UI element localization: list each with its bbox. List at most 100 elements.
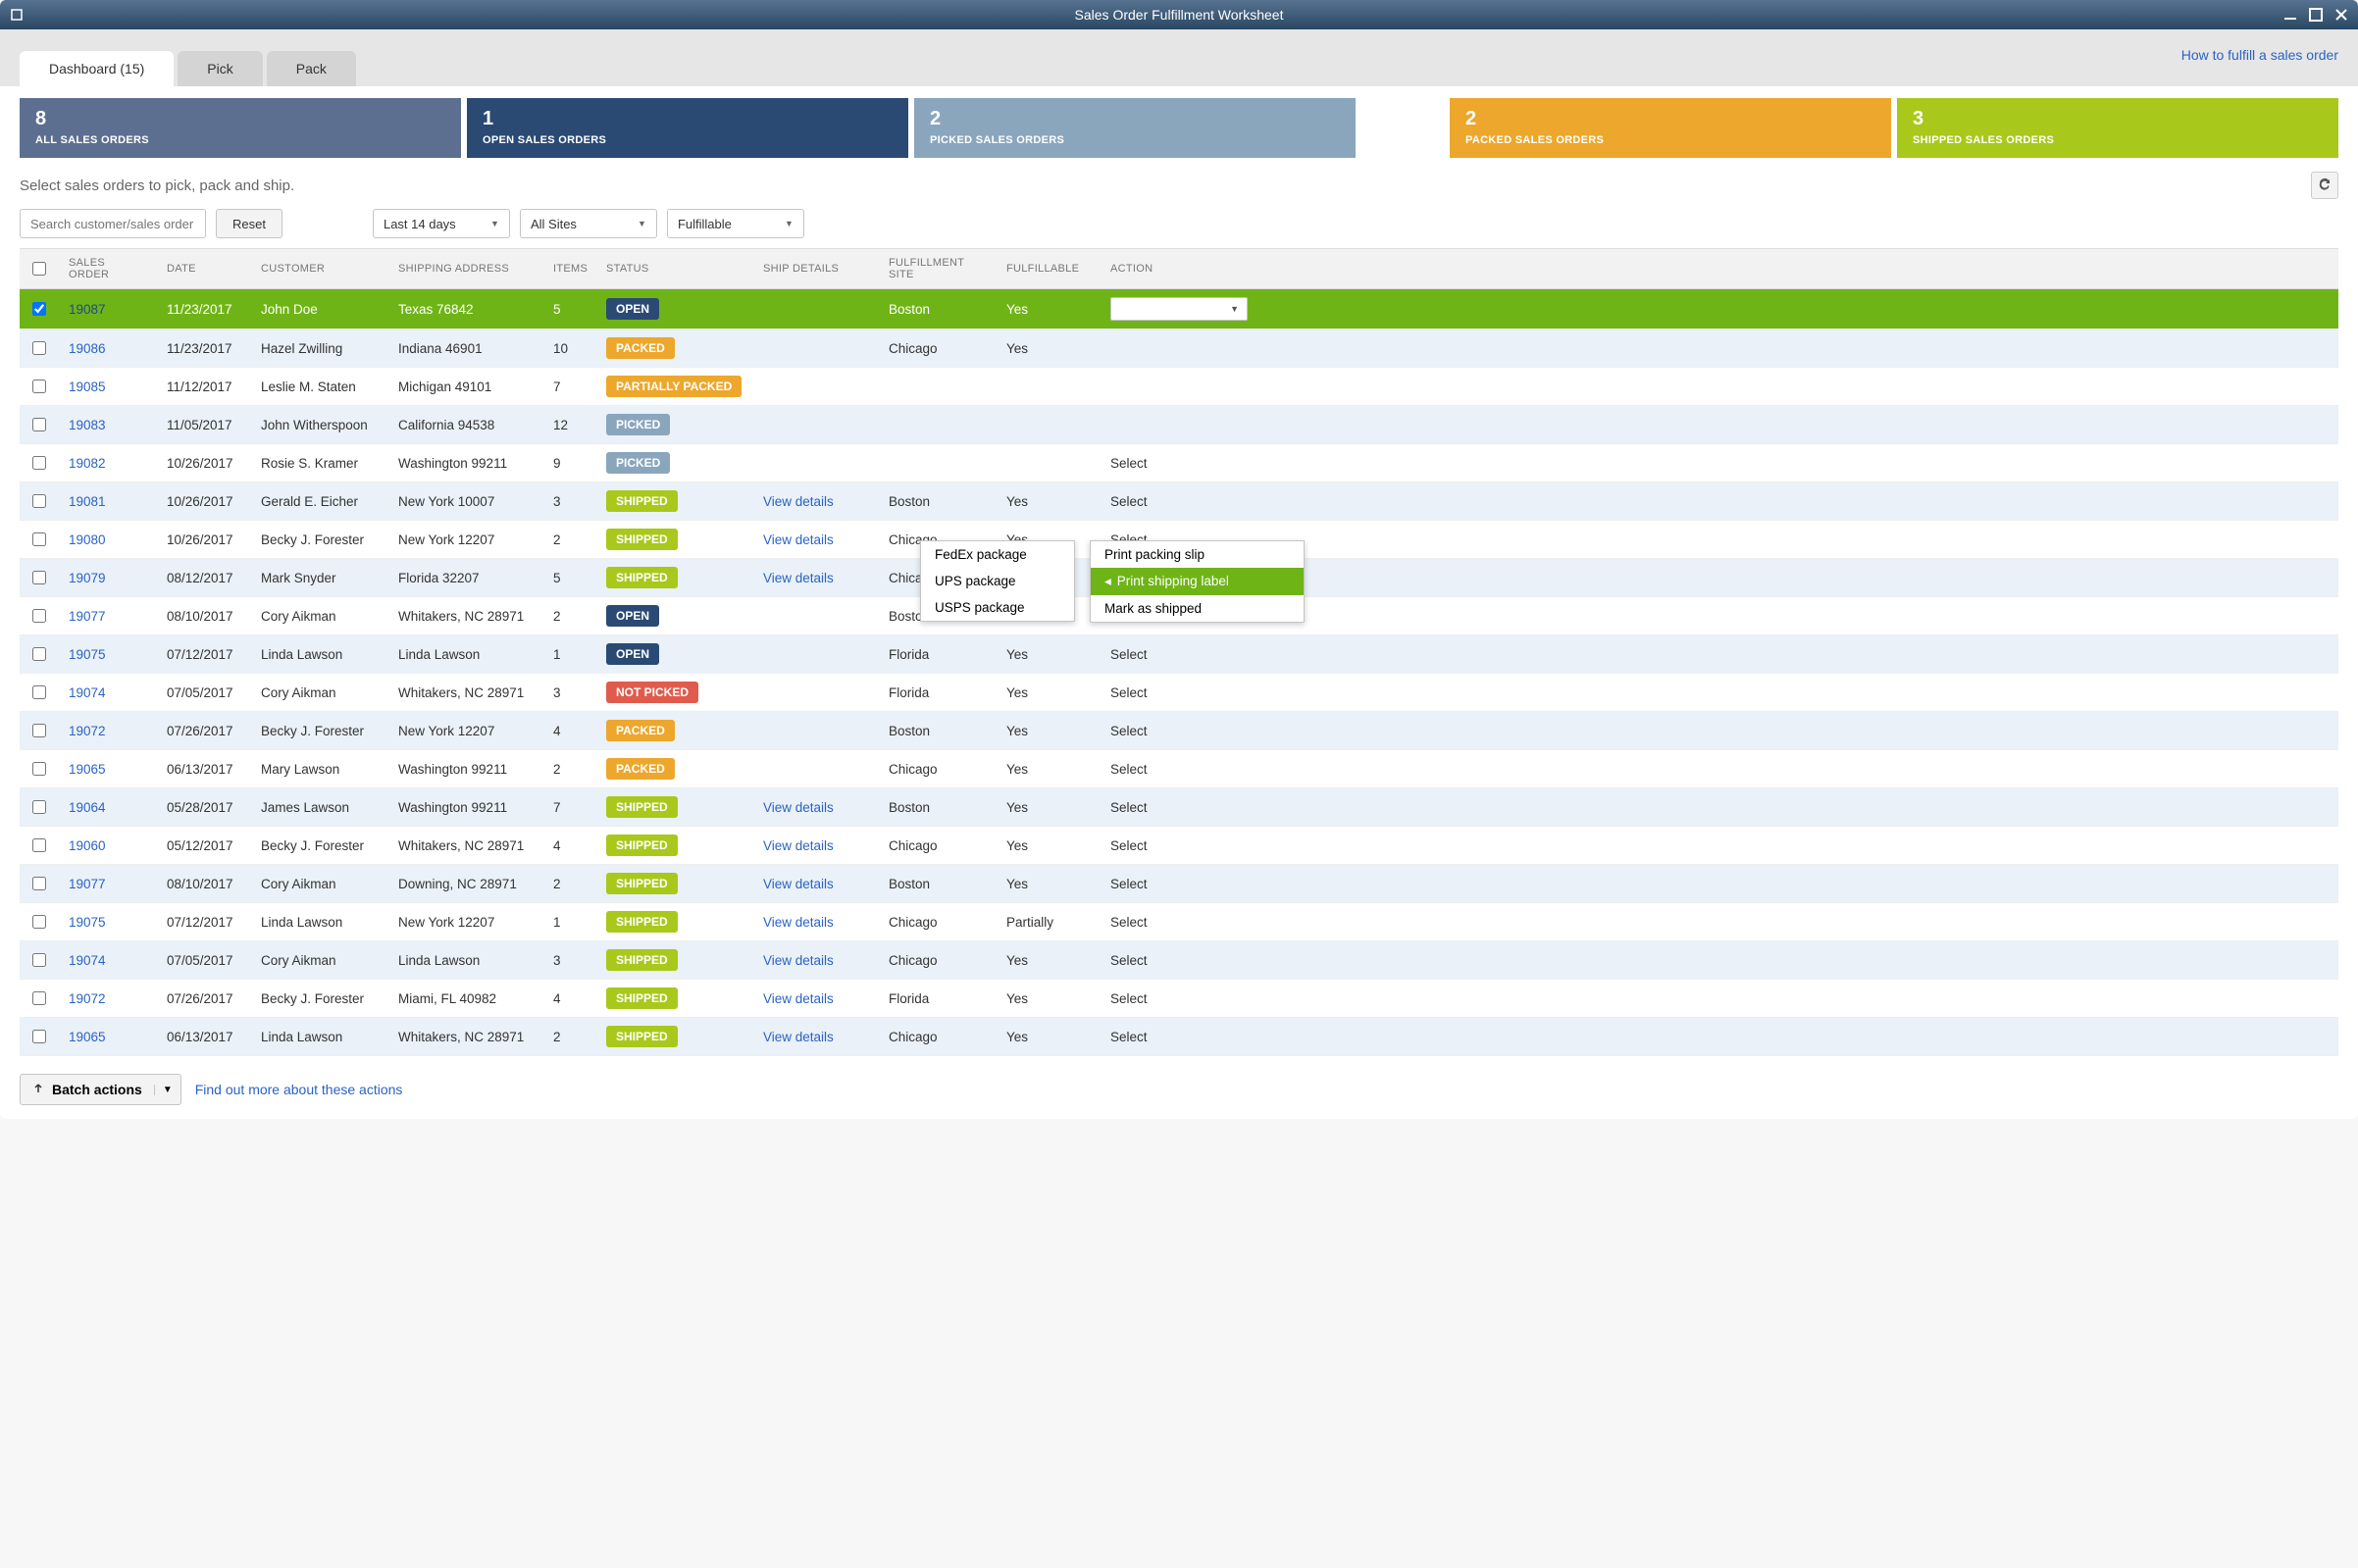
action-select-label[interactable]: Select (1110, 953, 1148, 968)
sales-order-link[interactable]: 19074 (69, 953, 106, 968)
table-row[interactable]: 1908210/26/2017Rosie S. KramerWashington… (20, 444, 2338, 482)
find-out-more-link[interactable]: Find out more about these actions (195, 1082, 403, 1097)
sales-order-link[interactable]: 19060 (69, 838, 106, 853)
col-date[interactable]: DATE (157, 249, 251, 288)
row-checkbox[interactable] (32, 532, 46, 546)
action-select-label[interactable]: Select (1110, 494, 1148, 509)
site-filter-dropdown[interactable]: All Sites (520, 209, 657, 238)
action-item-print-packing-slip[interactable]: Print packing slip (1091, 541, 1304, 568)
sales-order-link[interactable]: 19077 (69, 609, 106, 624)
row-checkbox[interactable] (32, 915, 46, 929)
pipeline-open[interactable]: 1 OPEN SALES ORDERS (467, 98, 908, 158)
row-checkbox[interactable] (32, 647, 46, 661)
action-item-print-shipping-label[interactable]: ◂Print shipping label (1091, 568, 1304, 595)
action-select-label[interactable]: Select (1110, 724, 1148, 738)
table-row[interactable]: 1906405/28/2017James LawsonWashington 99… (20, 788, 2338, 827)
view-details-link[interactable]: View details (763, 494, 834, 509)
row-checkbox[interactable] (32, 456, 46, 470)
pipeline-picked[interactable]: 2 PICKED SALES ORDERS (914, 98, 1356, 158)
chevron-down-icon[interactable]: ▼ (154, 1085, 173, 1095)
view-details-link[interactable]: View details (763, 838, 834, 853)
col-action[interactable]: ACTION (1101, 249, 2338, 288)
table-row[interactable]: 1907507/12/2017Linda LawsonLinda Lawson1… (20, 635, 2338, 674)
table-row[interactable]: 1907708/10/2017Cory AikmanDowning, NC 28… (20, 865, 2338, 903)
tab-pack[interactable]: Pack (267, 51, 356, 86)
pipeline-packed[interactable]: 2 PACKED SALES ORDERS (1450, 98, 1891, 158)
table-row[interactable]: 1907207/26/2017Becky J. ForesterMiami, F… (20, 980, 2338, 1018)
col-checkbox-all[interactable] (20, 249, 59, 288)
table-row[interactable]: 1908611/23/2017Hazel ZwillingIndiana 469… (20, 329, 2338, 368)
sales-order-link[interactable]: 19083 (69, 418, 106, 432)
sales-order-link[interactable]: 19082 (69, 456, 106, 471)
action-select-label[interactable]: Select (1110, 456, 1148, 471)
row-checkbox[interactable] (32, 341, 46, 355)
action-select-label[interactable]: Select (1110, 1030, 1148, 1044)
tab-pick[interactable]: Pick (178, 51, 262, 86)
table-row[interactable]: 1907207/26/2017Becky J. ForesterNew York… (20, 712, 2338, 750)
row-checkbox[interactable] (32, 571, 46, 584)
action-select-label[interactable]: Select (1110, 877, 1148, 891)
col-fulfillable[interactable]: FULFILLABLE (997, 249, 1101, 288)
col-shipping-address[interactable]: SHIPPING ADDRESS (388, 249, 543, 288)
view-details-link[interactable]: View details (763, 571, 834, 585)
refresh-button[interactable] (2311, 172, 2338, 199)
sales-order-link[interactable]: 19065 (69, 1030, 106, 1044)
reset-button[interactable]: Reset (216, 209, 282, 238)
table-row[interactable]: 1906005/12/2017Becky J. ForesterWhitaker… (20, 827, 2338, 865)
sales-order-link[interactable]: 19075 (69, 915, 106, 930)
view-details-link[interactable]: View details (763, 532, 834, 547)
row-checkbox[interactable] (32, 724, 46, 737)
table-row[interactable]: 1906506/13/2017Linda LawsonWhitakers, NC… (20, 1018, 2338, 1056)
search-input[interactable] (20, 209, 206, 238)
action-select-label[interactable]: Select (1110, 991, 1148, 1006)
close-icon[interactable] (2334, 8, 2348, 22)
action-select-label[interactable]: Select (1110, 647, 1148, 662)
sales-order-link[interactable]: 19065 (69, 762, 106, 777)
tab-dashboard[interactable]: Dashboard (15) (20, 51, 174, 86)
sales-order-link[interactable]: 19077 (69, 877, 106, 891)
sales-order-link[interactable]: 19081 (69, 494, 106, 509)
table-row[interactable]: 1907407/05/2017Cory AikmanWhitakers, NC … (20, 674, 2338, 712)
action-select-label[interactable]: Select (1110, 762, 1148, 777)
col-fulfillment-site[interactable]: FULFILLMENT SITE (879, 249, 997, 288)
sales-order-link[interactable]: 19080 (69, 532, 106, 547)
row-checkbox[interactable] (32, 685, 46, 699)
sales-order-link[interactable]: 19074 (69, 685, 106, 700)
action-select-label[interactable]: Select (1110, 915, 1148, 930)
action-item-mark-as-shipped[interactable]: Mark as shipped (1091, 595, 1304, 622)
view-details-link[interactable]: View details (763, 991, 834, 1006)
row-checkbox[interactable] (32, 494, 46, 508)
table-row[interactable]: 1908511/12/2017Leslie M. StatenMichigan … (20, 368, 2338, 406)
action-select[interactable]: Select (1110, 297, 1248, 321)
help-link[interactable]: How to fulfill a sales order (2181, 47, 2338, 63)
row-checkbox[interactable] (32, 877, 46, 890)
row-checkbox[interactable] (32, 609, 46, 623)
sales-order-link[interactable]: 19086 (69, 341, 106, 356)
col-items[interactable]: ITEMS (543, 249, 596, 288)
sales-order-link[interactable]: 19064 (69, 800, 106, 815)
row-checkbox[interactable] (32, 1030, 46, 1043)
fulfillable-filter-dropdown[interactable]: Fulfillable (667, 209, 804, 238)
minimize-icon[interactable] (2283, 8, 2297, 22)
ship-carrier-item[interactable]: USPS package (921, 594, 1074, 621)
view-details-link[interactable]: View details (763, 877, 834, 891)
col-status[interactable]: STATUS (596, 249, 753, 288)
sales-order-link[interactable]: 19087 (69, 302, 106, 317)
action-select-label[interactable]: Select (1110, 838, 1148, 853)
action-select-label[interactable]: Select (1110, 800, 1148, 815)
table-row[interactable]: 1907407/05/2017Cory AikmanLinda Lawson3S… (20, 941, 2338, 980)
table-row[interactable]: 1908110/26/2017Gerald E. EicherNew York … (20, 482, 2338, 521)
action-select-label[interactable]: Select (1110, 685, 1148, 700)
row-checkbox[interactable] (32, 762, 46, 776)
sales-order-link[interactable]: 19075 (69, 647, 106, 662)
pipeline-shipped[interactable]: 3 SHIPPED SALES ORDERS (1897, 98, 2338, 158)
view-details-link[interactable]: View details (763, 800, 834, 815)
table-row[interactable]: 1908311/05/2017John WitherspoonCaliforni… (20, 406, 2338, 444)
batch-actions-button[interactable]: Batch actions ▼ (20, 1074, 181, 1105)
table-row[interactable]: 1907507/12/2017Linda LawsonNew York 1220… (20, 903, 2338, 941)
col-customer[interactable]: CUSTOMER (251, 249, 388, 288)
table-row[interactable]: 1908711/23/2017John DoeTexas 768425OPENB… (20, 289, 2338, 329)
row-checkbox[interactable] (32, 800, 46, 814)
sales-order-link[interactable]: 19072 (69, 991, 106, 1006)
row-checkbox[interactable] (32, 838, 46, 852)
